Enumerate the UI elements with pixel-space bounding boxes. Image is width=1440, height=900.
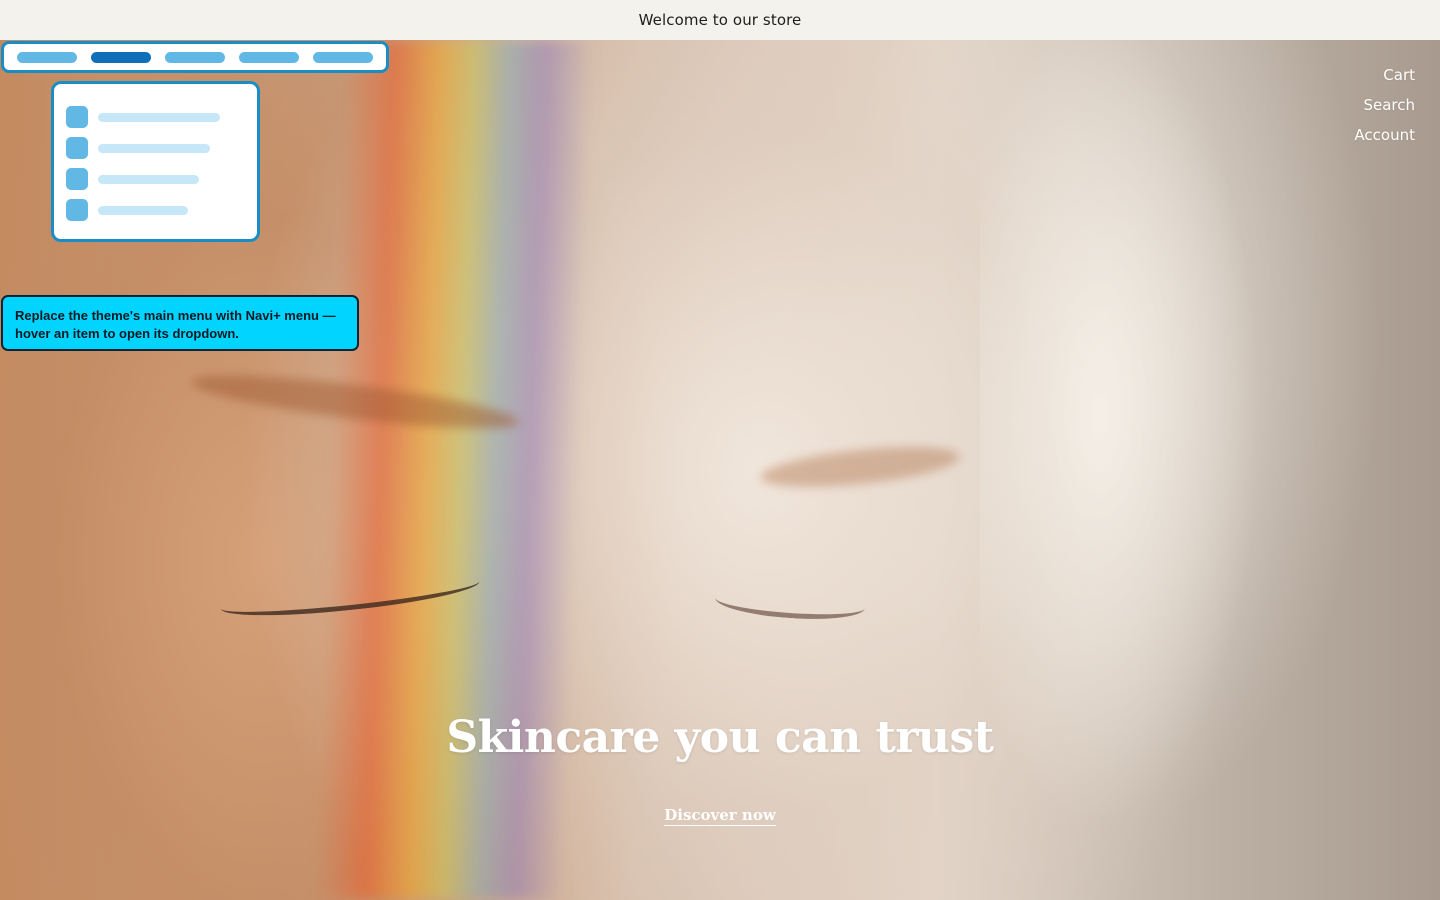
header-utility-links: Cart Search Account (1354, 66, 1415, 145)
hero-rainbow-light (314, 40, 596, 900)
hero-title: Skincare you can trust (446, 712, 994, 763)
navi-menu-item[interactable] (239, 51, 299, 63)
dropdown-item-icon (66, 199, 88, 221)
announcement-bar: Welcome to our store (0, 0, 1440, 40)
hero-cta-wrapper: Discover now (0, 806, 1440, 826)
navi-menu-item[interactable] (17, 51, 77, 63)
dropdown-item[interactable] (66, 199, 257, 221)
navi-dropdown-illustration (51, 81, 260, 242)
dropdown-item-icon (66, 168, 88, 190)
navi-callout-tooltip: Replace the theme's main menu with Navi+… (1, 295, 359, 351)
navi-menu-bar-illustration (1, 41, 389, 73)
navi-menu-item[interactable] (165, 51, 225, 63)
dropdown-item[interactable] (66, 168, 257, 190)
cart-link[interactable]: Cart (1383, 66, 1415, 85)
dropdown-item[interactable] (66, 137, 257, 159)
dropdown-item-label-placeholder (98, 174, 199, 184)
navi-menu-item[interactable] (313, 51, 373, 63)
dropdown-item-icon (66, 137, 88, 159)
callout-text: Replace the theme's main menu with Navi+… (15, 308, 336, 341)
discover-now-link[interactable]: Discover now (664, 806, 776, 826)
hero-hair-highlight (980, 40, 1440, 900)
dropdown-item[interactable] (66, 106, 257, 128)
hero-eyebrow-right (758, 439, 962, 495)
navi-menu-item-active[interactable] (91, 51, 151, 63)
announcement-text: Welcome to our store (638, 11, 802, 29)
dropdown-item-icon (66, 106, 88, 128)
search-link[interactable]: Search (1363, 96, 1415, 115)
dropdown-item-label-placeholder (98, 143, 210, 153)
dropdown-item-label-placeholder (98, 205, 188, 215)
dropdown-item-label-placeholder (98, 112, 220, 122)
account-link[interactable]: Account (1354, 126, 1415, 145)
hero-eye-right (714, 582, 866, 624)
